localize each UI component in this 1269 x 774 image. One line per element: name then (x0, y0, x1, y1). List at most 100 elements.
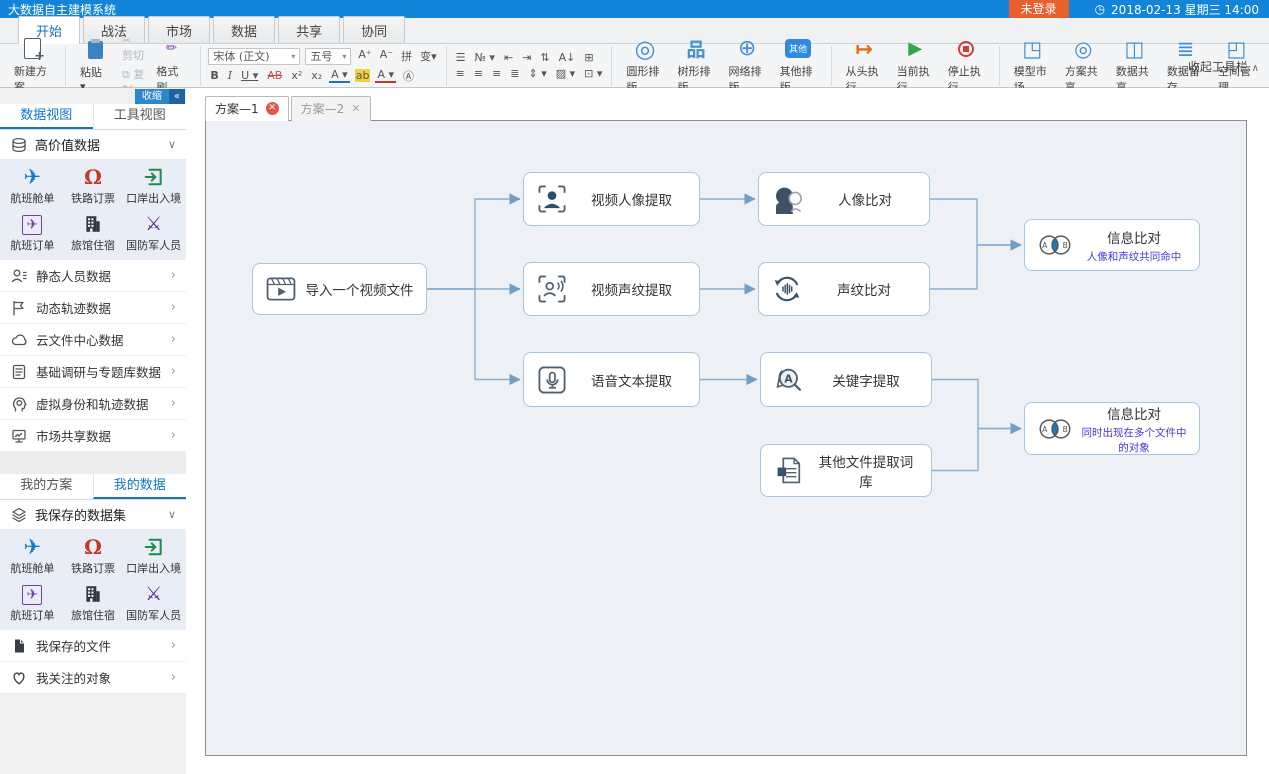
dataset-railway[interactable]: Ω铁路订票 (63, 535, 124, 576)
network-layout-button[interactable]: ⊕网络排版 (722, 37, 773, 95)
circle-layout-button[interactable]: ◎圆形排版 (619, 37, 670, 95)
paste-button[interactable]: 粘贴 ▾ (73, 38, 117, 93)
node-voice-compare[interactable]: 声纹比对 (758, 262, 930, 316)
font-color-icon[interactable]: A ▾ (329, 68, 350, 83)
run-from-start-button[interactable]: ↦从头执行 (839, 37, 890, 95)
sidebar-collapse-button[interactable]: 收缩 « (135, 89, 185, 104)
bold-icon[interactable]: B (208, 69, 220, 82)
table-icon[interactable]: ⊞ (582, 51, 595, 64)
enclose-icon[interactable]: Ⓐ (401, 68, 416, 84)
node-face-extract[interactable]: 视频人像提取 (523, 172, 700, 226)
dataset-military[interactable]: ⚔国防军人员 (123, 212, 184, 253)
sidebar-item-monitor[interactable]: 市场共享数据› (0, 420, 186, 452)
collapse-toolbar-link[interactable]: 收起工具栏 ∧ (1188, 58, 1259, 75)
view-tab-数据视图[interactable]: 数据视图 (0, 104, 93, 129)
sort-icon[interactable]: A↓ (557, 51, 578, 64)
indent-icon[interactable]: ⇥ (520, 51, 533, 64)
dataset-hotel[interactable]: 旅馆住宿 (63, 582, 124, 623)
my-tab-我的方案[interactable]: 我的方案 (0, 474, 93, 499)
node-info-compare-1[interactable]: AB信息比对人像和声纹共同命中 (1024, 219, 1200, 271)
dataset-port[interactable]: 口岸出入境 (123, 165, 184, 206)
node-speech-text[interactable]: 语音文本提取 (523, 352, 700, 407)
chevron-right-icon: › (171, 638, 176, 653)
chevron-right-icon: › (171, 396, 176, 411)
dataset-railway[interactable]: Ω铁路订票 (63, 165, 124, 206)
dataset-port[interactable]: 口岸出入境 (123, 535, 184, 576)
grow-font-icon[interactable]: A⁺ (356, 48, 373, 64)
node-face-compare[interactable]: 人像比对 (758, 172, 930, 226)
highlight-icon[interactable]: ab (355, 69, 371, 82)
change-case-icon[interactable]: 变▾ (418, 48, 439, 64)
dataset-hotel[interactable]: 旅馆住宿 (63, 212, 124, 253)
sidebar-item-document[interactable]: 基础调研与专题库数据› (0, 356, 186, 388)
tree-layout-button[interactable]: 品树形排版 (670, 37, 721, 95)
subscript-icon[interactable]: x₂ (309, 69, 324, 82)
underline-icon[interactable]: U ▾ (239, 69, 260, 82)
font-size-select[interactable]: 五号▾ (305, 48, 351, 65)
dataset-military[interactable]: ⚔国防军人员 (123, 582, 184, 623)
other-layout-button[interactable]: 其他其他排版 (773, 37, 824, 95)
sidebar-item-virtual-identity[interactable]: 虚拟身份和轨迹数据› (0, 388, 186, 420)
my-tab-我的数据[interactable]: 我的数据 (93, 474, 187, 499)
node-label: 其他文件提取词库 (813, 451, 919, 491)
dataset-plane-order[interactable]: ✈航班订单 (2, 212, 63, 253)
node-info-compare-2[interactable]: AB信息比对同时出现在多个文件中的对象 (1024, 402, 1200, 455)
plan-tab-2[interactable]: 方案—2✕ (291, 96, 371, 121)
align-left-icon[interactable]: ≡ (454, 67, 467, 80)
data-share-button[interactable]: ◫数据共享 (1109, 37, 1160, 95)
outdent-icon[interactable]: ⇤ (502, 51, 515, 64)
line-spacing-icon[interactable]: ⇕ ▾ (527, 67, 549, 80)
phonetic-icon[interactable]: 拼 (399, 48, 414, 64)
sidebar-item-person[interactable]: 静态人员数据› (0, 260, 186, 292)
node-keyword-extract[interactable]: A关键字提取 (760, 352, 932, 407)
ribbon-tab-4[interactable]: 数据 (213, 16, 275, 43)
dataset-label: 国防军人员 (126, 607, 181, 623)
sidebar-item-heart[interactable]: 我关注的对象› (0, 662, 186, 694)
ribbon-tab-5[interactable]: 共享 (278, 16, 340, 43)
sidebar-item-file[interactable]: 我保存的文件› (0, 630, 186, 662)
shrink-font-icon[interactable]: A⁻ (378, 48, 395, 64)
double-left-arrow-icon: « (169, 89, 185, 104)
text-direction-icon[interactable]: ⇅ (538, 51, 551, 64)
run-current-button[interactable]: ▶当前执行 (890, 37, 941, 95)
sidebar-item-cloud[interactable]: 云文件中心数据› (0, 324, 186, 356)
view-tab-工具视图[interactable]: 工具视图 (93, 104, 187, 129)
model-market-button[interactable]: ◳模型市场 (1007, 37, 1058, 95)
stop-button[interactable]: 停止执行 (941, 37, 992, 95)
sidebar-item-flag[interactable]: 动态轨迹数据› (0, 292, 186, 324)
justify-icon[interactable]: ≣ (508, 67, 521, 80)
login-status-badge[interactable]: 未登录 (1009, 0, 1069, 18)
font-family-select[interactable]: 宋体 (正文)▾ (208, 48, 300, 65)
bullet-list-icon[interactable]: ☰ (454, 51, 468, 64)
node-voice-extract[interactable]: 视频声纹提取 (523, 262, 700, 316)
flow-canvas[interactable]: 导入一个视频文件 视频人像提取视频声纹提取语音文本提取 人像比对声纹比对 A关键字提取… (205, 120, 1247, 756)
dataset-plane-order[interactable]: ✈航班订单 (2, 582, 63, 623)
superscript-icon[interactable]: x² (289, 69, 304, 82)
format-painter-button[interactable]: ✏ 格式刷 (149, 37, 193, 95)
svg-text:A: A (1042, 425, 1048, 434)
section-high-value-data[interactable]: 高价值数据 ∨ (0, 130, 186, 160)
text-color2-icon[interactable]: A ▾ (375, 68, 396, 83)
collapse-label: 收缩 (135, 89, 169, 104)
number-list-icon[interactable]: № ▾ (473, 51, 497, 64)
ribbon-tab-6[interactable]: 协同 (343, 16, 405, 43)
node-import[interactable]: 导入一个视频文件 (252, 263, 427, 315)
node-other-files[interactable]: 其他文件提取词库 (760, 444, 932, 497)
cloud-icon (10, 332, 27, 348)
dataset-plane[interactable]: ✈航班舱单 (2, 535, 63, 576)
strike-icon[interactable]: AB (265, 69, 284, 82)
italic-icon[interactable]: I (226, 69, 234, 82)
align-center-icon[interactable]: ≡ (472, 67, 485, 80)
borders-icon[interactable]: ⊡ ▾ (582, 67, 604, 80)
new-plan-button[interactable]: 新建方案 (7, 37, 58, 95)
align-right-icon[interactable]: ≡ (490, 67, 503, 80)
section-saved-datasets[interactable]: 我保存的数据集 ∨ (0, 500, 186, 530)
plan-share-button[interactable]: ◎方案共享 (1058, 37, 1109, 95)
shading-icon[interactable]: ▨ ▾ (554, 67, 577, 80)
dataset-plane[interactable]: ✈航班舱单 (2, 165, 63, 206)
plan-tab-1[interactable]: 方案—1✕ (205, 96, 289, 121)
cut-button[interactable]: ✂ 剪切 (122, 34, 144, 63)
close-icon[interactable]: ✕ (266, 102, 279, 115)
section-label: 高价值数据 (35, 135, 100, 154)
close-icon[interactable]: ✕ (351, 102, 360, 115)
